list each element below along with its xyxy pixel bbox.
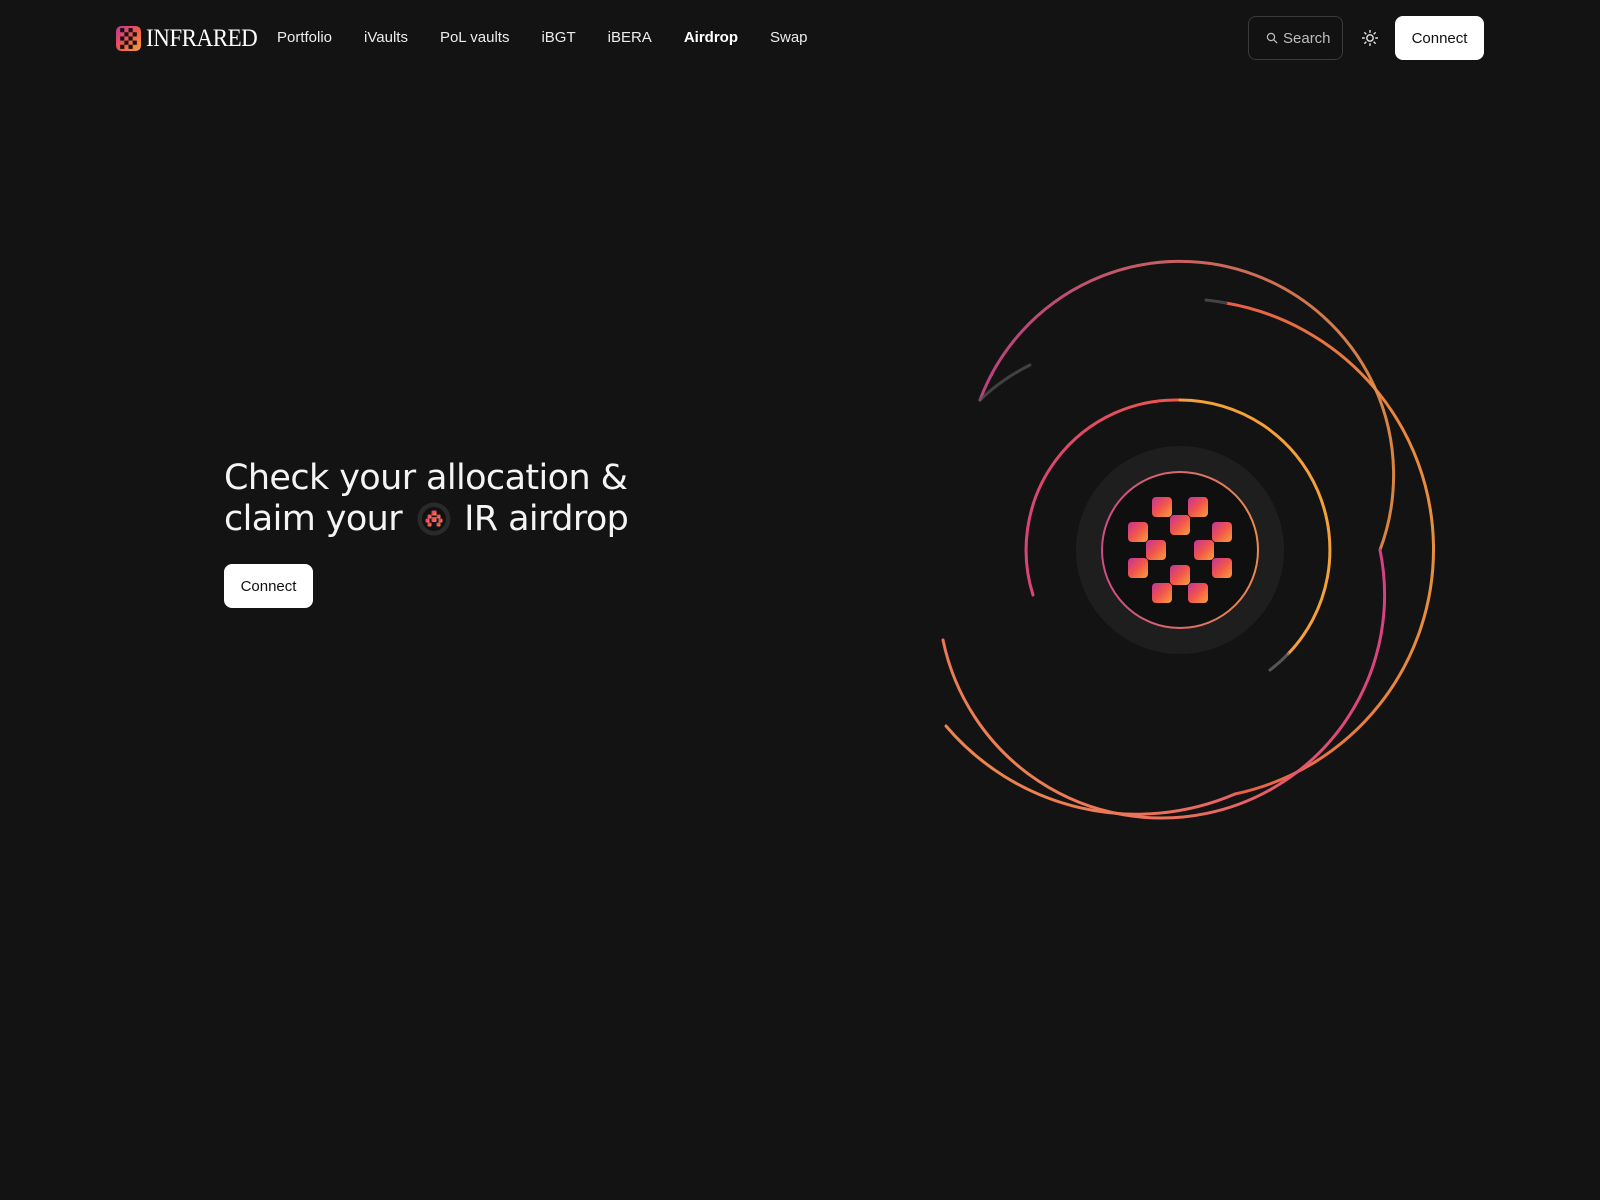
infrared-logo-link[interactable]: INFRARED: [116, 24, 267, 52]
hero-title-suffix: IR airdrop: [453, 499, 629, 539]
main-nav: Portfolio iVaults PoL vaults iBGT iBERA …: [277, 26, 808, 50]
theme-toggle-button[interactable]: [1358, 26, 1382, 50]
sun-icon: [1361, 29, 1379, 47]
search-icon: [1266, 32, 1278, 44]
airdrop-rings-illustration: [941, 259, 1435, 820]
hero-title-line-1: Check your allocation &: [224, 458, 628, 498]
nav-item-portfolio[interactable]: Portfolio: [277, 26, 332, 50]
nav-item-ivaults[interactable]: iVaults: [364, 26, 408, 50]
nav-item-ibera[interactable]: iBERA: [608, 26, 652, 50]
nav-item-swap[interactable]: Swap: [770, 26, 808, 50]
nav-item-ibgt[interactable]: iBGT: [541, 26, 575, 50]
ir-token-icon: [417, 502, 451, 536]
search-input[interactable]: [1283, 29, 1343, 47]
search-field[interactable]: [1248, 16, 1343, 60]
hero-connect-button[interactable]: Connect: [224, 564, 313, 608]
nav-item-airdrop[interactable]: Airdrop: [684, 26, 738, 50]
infrared-wordmark: INFRARED: [146, 24, 258, 52]
hero-title-prefix: claim your: [224, 499, 413, 539]
header-connect-button[interactable]: Connect: [1395, 16, 1484, 60]
nav-item-pol-vaults[interactable]: PoL vaults: [440, 26, 510, 50]
top-navigation-bar: INFRARED Portfolio iVaults PoL vaults iB…: [0, 0, 1600, 76]
infrared-logo-icon: [116, 25, 141, 51]
hero-title-line-2: claim your IR airdrop: [224, 499, 784, 540]
hero-title: Check your allocation & claim your IR ai…: [224, 458, 784, 540]
